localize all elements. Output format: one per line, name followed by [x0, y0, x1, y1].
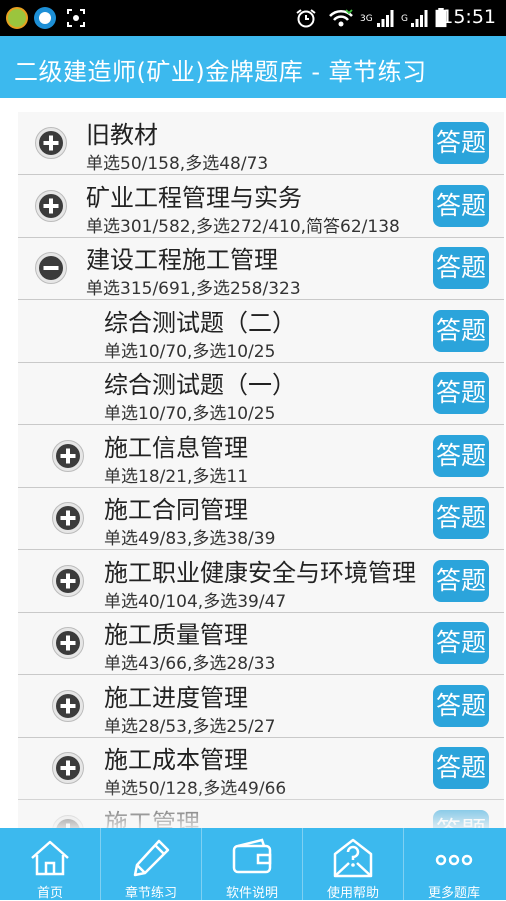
chapter-stats: 单选40/104,多选39/47 [104, 591, 287, 612]
chapter-list[interactable]: 旧教材 单选50/158,多选48/73 答题 矿业工程管理与实务 单选301/582,… [18, 112, 504, 828]
chapter-title: 施工信息管理 [104, 433, 248, 462]
signal-icon [411, 10, 428, 27]
chapter-row[interactable]: 旧教材单选50/158,多选48/73 答题 [18, 112, 504, 175]
answer-button[interactable]: 答题 [433, 247, 489, 289]
nav-software-info-tab[interactable]: 软件说明 [202, 828, 303, 901]
signal-icon [377, 10, 394, 27]
chapter-row[interactable]: 施工管理 答题 [18, 800, 504, 829]
network-3g-label: 3G [360, 14, 373, 24]
chapter-stats: 单选28/53,多选25/27 [104, 716, 276, 737]
wifi-icon [329, 9, 353, 27]
help-mail-icon [333, 838, 373, 878]
home-icon [31, 840, 69, 876]
answer-button[interactable]: 答题 [433, 372, 489, 414]
chapter-stats: 单选315/691,多选258/323 [86, 279, 301, 299]
chapter-list-container[interactable]: 旧教材 单选50/158,多选48/73 答题 矿业工程管理与实务 单选301/582,… [0, 98, 506, 828]
pencil-icon [133, 839, 170, 877]
answer-button[interactable]: 答题 [433, 684, 489, 727]
chapter-stats: 单选50/158,多选48/73 [86, 154, 269, 174]
chapter-title: 旧教材 [86, 121, 158, 149]
chapter-row[interactable]: 施工职业健康安全与环境管理单选40/104,多选39/47 答题 [18, 550, 504, 613]
nav-chapter-practice-tab[interactable]: 章节练习 [101, 828, 202, 901]
plus-circle-icon[interactable] [51, 564, 85, 598]
chapter-row[interactable]: 综合测试题（二） 单选10/70,多选10/25 答题 [18, 300, 504, 363]
chapter-title: 施工质量管理 [104, 621, 248, 649]
chapter-title: 综合测试题（二） [104, 308, 296, 337]
chapter-stats: 单选10/70,多选10/25 [104, 404, 276, 424]
nav-home-tab[interactable]: 首页 [0, 828, 101, 901]
chapter-title: 综合测试题（一） [104, 371, 296, 399]
wallet-icon [232, 838, 272, 874]
chapter-row[interactable]: 综合测试题（一） 单选10/70,多选10/25 答题 [18, 362, 504, 425]
chapter-row[interactable]: 施工信息管理单选18/21,多选11 答题 [18, 425, 504, 488]
answer-button[interactable]: 答题 [433, 809, 489, 828]
nav-label: 首页 [36, 886, 63, 901]
plus-circle-icon[interactable] [51, 626, 85, 660]
chapter-title: 施工合同管理 [104, 496, 248, 524]
plus-circle-icon[interactable] [51, 689, 85, 723]
chapter-row[interactable]: 施工质量管理单选43/66,多选28/33 答题 [18, 612, 504, 675]
chapter-stats: 单选49/83,多选38/39 [104, 529, 276, 549]
chapter-stats: 单选10/70,多选10/25 [104, 341, 276, 362]
network-g-label: G [401, 14, 408, 24]
chapter-row[interactable]: 施工成本管理单选50/128,多选49/66 答题 [18, 737, 504, 800]
nav-help-tab[interactable]: 使用帮助 [303, 828, 404, 901]
chapter-title: 建设工程施工管理 [86, 246, 278, 274]
plus-circle-icon[interactable] [51, 501, 85, 535]
chapter-title: 施工成本管理 [104, 746, 248, 774]
page-title: 二级建造师(矿业)金牌题库 - 章节练习 [14, 58, 427, 86]
nav-more-banks-tab[interactable]: 更多题库 [404, 828, 506, 901]
chapter-row[interactable]: 建设工程施工管理单选315/691,多选258/323 答题 [18, 237, 504, 300]
chapter-stats: 单选43/66,多选28/33 [104, 654, 276, 674]
status-time: 15:51 [441, 6, 496, 28]
plus-circle-icon[interactable] [34, 126, 68, 160]
chapter-stats: 单选301/582,多选272/410,简答62/138 [86, 216, 400, 237]
answer-button[interactable]: 答题 [433, 309, 489, 352]
plus-circle-icon[interactable] [51, 814, 85, 828]
answer-button[interactable]: 答题 [433, 559, 489, 602]
chapter-stats: 单选18/21,多选11 [104, 466, 249, 487]
alarm-icon [296, 9, 316, 28]
answer-button[interactable]: 答题 [433, 497, 489, 539]
chapter-title: 矿业工程管理与实务 [86, 183, 302, 212]
bottom-nav: 首页 章节练习 软件说明 使用帮助 更多题库 [0, 828, 506, 901]
answer-button[interactable]: 答题 [433, 434, 489, 477]
chapter-row[interactable]: 矿业工程管理与实务单选301/582,多选272/410,简答62/138 答题 [18, 175, 504, 238]
answer-button[interactable]: 答题 [433, 622, 489, 664]
title-bar: 二级建造师(矿业)金牌题库 - 章节练习 [0, 36, 506, 98]
plus-circle-icon[interactable] [51, 439, 85, 473]
answer-button[interactable]: 答题 [433, 747, 489, 789]
nav-label: 使用帮助 [326, 886, 379, 901]
chapter-title: 施工进度管理 [104, 683, 248, 712]
answer-button[interactable]: 答题 [433, 122, 489, 164]
nav-label: 章节练习 [124, 886, 177, 901]
chapter-row[interactable]: 施工进度管理单选28/53,多选25/27 答题 [18, 675, 504, 738]
q-app-notification-icon [34, 7, 56, 29]
minus-circle-icon[interactable] [34, 251, 68, 285]
nav-label: 更多题库 [427, 886, 480, 901]
chapter-stats: 单选50/128,多选49/66 [104, 779, 287, 799]
chapter-title: 施工职业健康安全与环境管理 [104, 558, 416, 587]
nav-label: 软件说明 [225, 886, 278, 901]
screenshot-icon [67, 9, 85, 27]
plus-circle-icon[interactable] [34, 189, 68, 223]
chapter-title: 施工管理 [104, 808, 200, 829]
more-icon [435, 854, 473, 866]
app-notification-icon [6, 7, 28, 29]
plus-circle-icon[interactable] [51, 751, 85, 785]
chapter-row[interactable]: 施工合同管理单选49/83,多选38/39 答题 [18, 487, 504, 550]
status-bar: 3G G 15:51 [0, 0, 506, 36]
answer-button[interactable]: 答题 [433, 184, 489, 227]
